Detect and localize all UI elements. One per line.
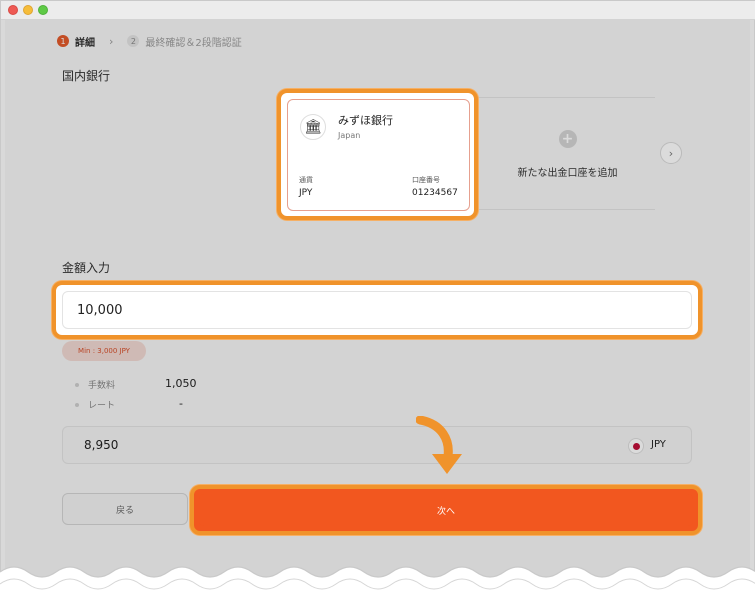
next-button[interactable]: 次へ (199, 494, 693, 526)
amount-input[interactable] (62, 291, 692, 329)
account-number-label: 口座番号 (412, 176, 440, 184)
account-number-value: 01234567 (412, 188, 458, 198)
bank-icon: 🏛 (300, 114, 326, 140)
bank-country: Japan (338, 131, 361, 140)
minimize-window-button[interactable] (23, 5, 33, 15)
torn-edge-decoration (0, 566, 755, 600)
bank-name: みずほ銀行 (338, 114, 393, 127)
maximize-window-button[interactable] (38, 5, 48, 15)
currency-value: JPY (299, 188, 313, 198)
title-bar (1, 1, 755, 20)
arrow-down-icon (416, 416, 462, 474)
currency-label: 通貨 (299, 176, 313, 184)
bank-account-card[interactable]: 🏛 みずほ銀行 Japan 通貨 JPY 口座番号 01234567 (287, 99, 470, 211)
close-window-button[interactable] (8, 5, 18, 15)
